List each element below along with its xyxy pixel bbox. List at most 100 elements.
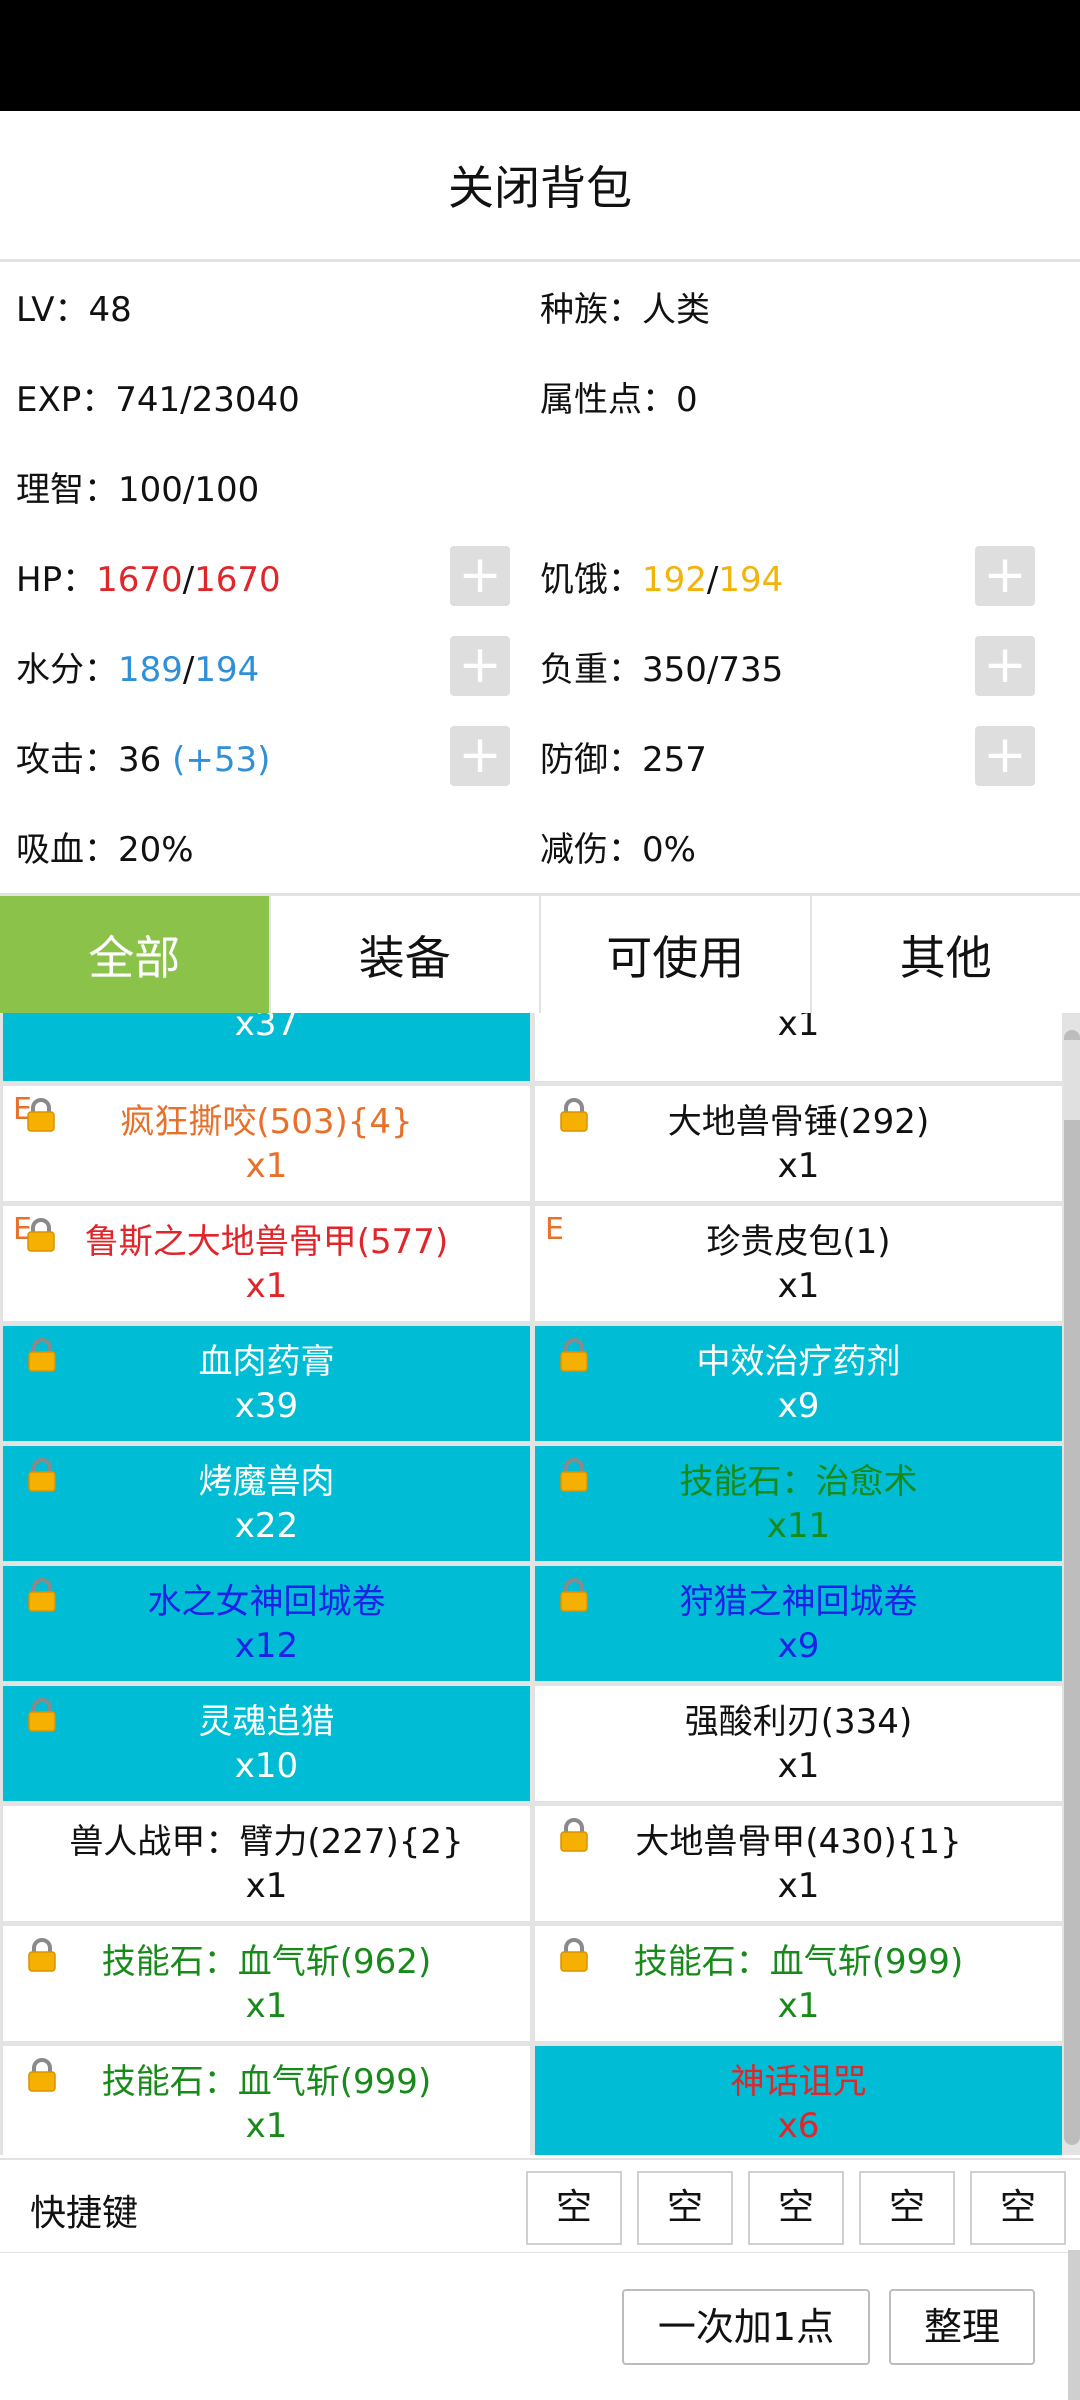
stat-race: 种族：人类 bbox=[540, 282, 710, 331]
lock-icon[interactable] bbox=[558, 1338, 590, 1372]
inventory-item[interactable]: 灵魂追猎 x10 bbox=[3, 1686, 530, 1801]
inventory-item[interactable]: 技能石：血气斩(999) x1 bbox=[3, 2046, 530, 2155]
inventory-item[interactable]: 技能石：治愈术 x11 bbox=[535, 1446, 1062, 1561]
inventory-scrollbar[interactable] bbox=[1064, 1030, 1080, 2145]
shortcut-label: 快捷键 bbox=[30, 2193, 139, 2234]
item-quantity: x1 bbox=[777, 1745, 820, 1786]
lock-icon[interactable] bbox=[558, 1458, 590, 1492]
inventory-item[interactable]: E 鲁斯之大地兽骨甲(577) x1 bbox=[3, 1206, 530, 1321]
item-name: 技能石：血气斩(962) bbox=[101, 1941, 432, 1982]
item-name: 鲁斯之大地兽骨甲(577) bbox=[84, 1221, 449, 1262]
inventory-item[interactable]: 中效治疗药剂 x9 bbox=[535, 1326, 1062, 1441]
sort-button[interactable]: 整理 bbox=[889, 2289, 1035, 2365]
item-quantity: x1 bbox=[777, 1985, 820, 2026]
lock-icon[interactable] bbox=[26, 1578, 58, 1612]
race-value: 人类 bbox=[642, 290, 710, 330]
tab-all[interactable]: 全部 bbox=[0, 896, 271, 1013]
item-name: 中效治疗药剂 bbox=[696, 1341, 901, 1382]
lock-icon[interactable] bbox=[558, 1578, 590, 1612]
shortcut-slot-2[interactable]: 空 bbox=[637, 2171, 733, 2245]
race-label: 种族： bbox=[540, 290, 642, 330]
inventory-item[interactable]: 神话诅咒 x6 bbox=[535, 2046, 1062, 2155]
item-name: 强酸利刃(334) bbox=[684, 1701, 913, 1742]
item-quantity: x1 bbox=[777, 1145, 820, 1186]
tab-usable[interactable]: 可使用 bbox=[541, 896, 812, 1013]
inventory-item[interactable]: 血肉药膏 x39 bbox=[3, 1326, 530, 1441]
item-quantity: x9 bbox=[777, 1625, 820, 1666]
inventory-item[interactable]: 技能石：血气斩(962) x1 bbox=[3, 1926, 530, 2041]
inventory-item[interactable]: 技能石：血气斩(999) x1 bbox=[535, 1926, 1062, 2041]
page-title[interactable]: 关闭背包 bbox=[448, 152, 632, 218]
stat-sanity: 理智：100/100 bbox=[16, 462, 259, 511]
defense-plus-button[interactable]: + bbox=[975, 726, 1035, 786]
item-quantity: x1 bbox=[245, 1985, 288, 2026]
inventory-item[interactable]: E 疯狂撕咬(503){4} x1 bbox=[3, 1086, 530, 1201]
inventory-item[interactable]: 大地兽骨甲(430){1} x1 bbox=[535, 1806, 1062, 1921]
inventory-item[interactable]: 兽人战甲：臂力(227){2} x1 bbox=[3, 1806, 530, 1921]
attr-label: 属性点： bbox=[540, 380, 676, 420]
lock-icon[interactable] bbox=[26, 1698, 58, 1732]
item-quantity: x1 bbox=[245, 2105, 288, 2146]
water-max: 194 bbox=[194, 650, 260, 690]
lock-icon[interactable] bbox=[26, 1458, 58, 1492]
item-quantity: x22 bbox=[234, 1505, 299, 1546]
sanity-label: 理智： bbox=[16, 470, 118, 510]
lifesteal-label: 吸血： bbox=[16, 830, 118, 870]
stat-lifesteal: 吸血：20% bbox=[16, 822, 194, 871]
stat-water: 水分：189/194 bbox=[16, 642, 259, 691]
inventory-item[interactable]: 强酸利刃(334) x1 bbox=[535, 1686, 1062, 1801]
exp-value: 741/23040 bbox=[115, 380, 300, 420]
water-plus-button[interactable]: + bbox=[450, 636, 510, 696]
tab-other[interactable]: 其他 bbox=[811, 896, 1080, 1013]
inventory-item[interactable]: 烤魔兽肉 x22 bbox=[3, 1446, 530, 1561]
stat-attack: 攻击：36 (+53) bbox=[16, 732, 270, 781]
exp-label: EXP： bbox=[16, 380, 116, 420]
item-quantity: x6 bbox=[777, 2105, 820, 2146]
close-bag-header[interactable]: 关闭背包 bbox=[0, 111, 1080, 262]
shortcut-bar: 快捷键 空 空 空 空 空 bbox=[0, 2158, 1080, 2255]
lock-icon[interactable] bbox=[26, 1338, 58, 1372]
item-name: 疯狂撕咬(503){4} bbox=[120, 1101, 413, 1142]
inventory-grid[interactable]: x37 x1 E 疯狂撕咬(503){4} x1 大地兽骨锤(292) x1 E 鲁斯之大地兽骨… bbox=[0, 1013, 1080, 2155]
item-name: 大地兽骨锤(292) bbox=[667, 1101, 930, 1142]
atk-label: 攻击： bbox=[16, 740, 118, 780]
lock-icon[interactable] bbox=[26, 2058, 58, 2092]
shortcut-slot-5[interactable]: 空 bbox=[970, 2171, 1066, 2245]
hp-separator: / bbox=[182, 560, 195, 600]
item-name: 神话诅咒 bbox=[730, 2061, 867, 2102]
bottom-actions: 一次加1点 整理 bbox=[0, 2253, 1080, 2400]
load-plus-button[interactable]: + bbox=[975, 636, 1035, 696]
lock-icon[interactable] bbox=[558, 1938, 590, 1972]
shortcut-slot-3[interactable]: 空 bbox=[748, 2171, 844, 2245]
item-quantity: x1 bbox=[777, 1865, 820, 1906]
inventory-item[interactable]: 水之女神回城卷 x12 bbox=[3, 1566, 530, 1681]
shortcut-slot-1[interactable]: 空 bbox=[526, 2171, 622, 2245]
inventory-item[interactable]: 大地兽骨锤(292) x1 bbox=[535, 1086, 1062, 1201]
lock-icon[interactable] bbox=[558, 1098, 590, 1132]
item-name: 珍贵皮包(1) bbox=[706, 1221, 891, 1262]
shortcut-slot-4[interactable]: 空 bbox=[859, 2171, 955, 2245]
inventory-item[interactable]: E 珍贵皮包(1) x1 bbox=[535, 1206, 1062, 1321]
lock-icon[interactable] bbox=[25, 1218, 57, 1252]
stat-attribute-points: 属性点：0 bbox=[540, 372, 698, 421]
item-name: 灵魂追猎 bbox=[198, 1701, 335, 1742]
lock-icon[interactable] bbox=[558, 1818, 590, 1852]
lock-icon[interactable] bbox=[25, 1098, 57, 1132]
item-name: 技能石：治愈术 bbox=[679, 1461, 918, 1502]
hunger-max: 194 bbox=[718, 560, 784, 600]
water-separator: / bbox=[182, 650, 195, 690]
lock-icon[interactable] bbox=[26, 1938, 58, 1972]
stat-load: 负重：350/735 bbox=[540, 642, 783, 691]
load-value: 350/735 bbox=[642, 650, 784, 690]
dmgred-label: 减伤： bbox=[540, 830, 642, 870]
hunger-plus-button[interactable]: + bbox=[975, 546, 1035, 606]
inventory-item[interactable]: 狩猎之神回城卷 x9 bbox=[535, 1566, 1062, 1681]
attack-plus-button[interactable]: + bbox=[450, 726, 510, 786]
hp-plus-button[interactable]: + bbox=[450, 546, 510, 606]
add-one-point-button[interactable]: 一次加1点 bbox=[622, 2289, 870, 2365]
item-name: 狩猎之神回城卷 bbox=[679, 1581, 918, 1622]
inventory-item[interactable]: x37 bbox=[3, 1013, 530, 1081]
tab-equipment[interactable]: 装备 bbox=[270, 896, 541, 1013]
item-quantity: x1 bbox=[245, 1865, 288, 1906]
inventory-item[interactable]: x1 bbox=[535, 1013, 1062, 1081]
